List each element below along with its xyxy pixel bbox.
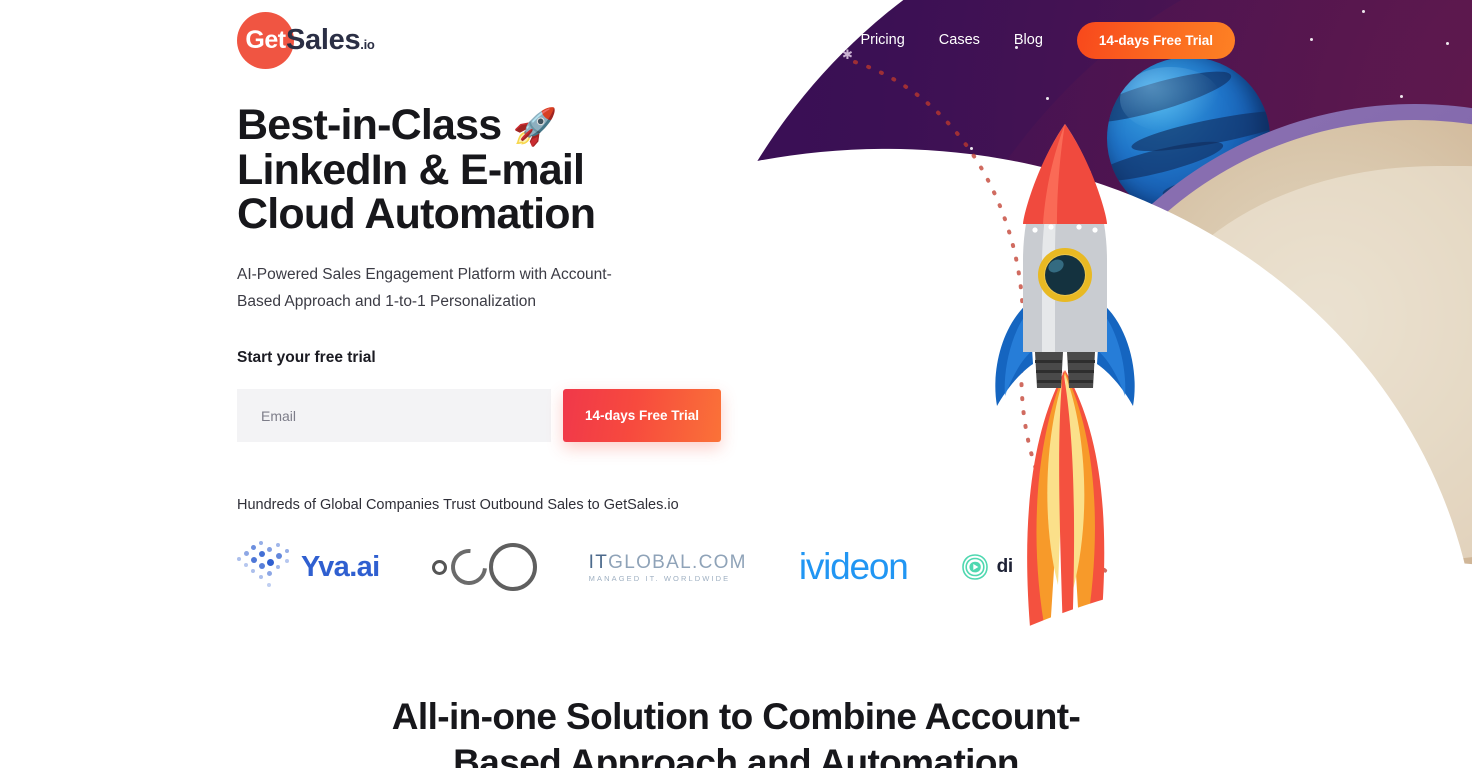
itglobal-wordmark: ITGLOBAL.COM (589, 553, 747, 572)
chevron-down-icon: ⌄ (818, 34, 827, 46)
trial-form-label: Start your free trial (237, 349, 376, 367)
nav-free-trial-button[interactable]: 14-days Free Trial (1076, 21, 1235, 59)
logo-wordmark: Sales.io (286, 24, 375, 57)
nav-item-cases[interactable]: Cases (939, 32, 980, 48)
nav-item-product[interactable]: Product ⌄ (763, 32, 826, 48)
nav-item-blog-label: Blog (1013, 32, 1043, 48)
section-heading-line-2: Based Approach and Automation (453, 742, 1019, 768)
main-nav: Product ⌄ Pricing Cases Blog 14-days Fre… (763, 21, 1235, 59)
di-play-icon (961, 554, 988, 581)
itglobal-tagline: MANAGED IT. WORLDWIDE (588, 573, 731, 583)
logo-tld-text: .io (360, 36, 375, 52)
rocket-body (1023, 124, 1107, 352)
headline-line-2: LinkedIn & E-mail (237, 145, 585, 194)
client-logo-itglobal: ITGLOBAL.COM MANAGED IT. WORLDWIDE (589, 553, 747, 583)
nav-item-cases-label: Cases (938, 32, 980, 48)
ivideon-wordmark: ivideon (798, 546, 909, 588)
top-navigation-bar: Get Sales.io Product ⌄ Pricing Cases Blo… (0, 0, 1472, 80)
logo-mark-text: Get (245, 25, 286, 54)
section-heading-line-1: All-in-one Solution to Combine Account- (391, 696, 1081, 737)
trial-signup-form: 14-days Free Trial (237, 389, 757, 443)
email-input[interactable] (237, 389, 551, 443)
trust-text: Hundreds of Global Companies Trust Outbo… (237, 497, 679, 514)
site-logo[interactable]: Get Sales.io (237, 11, 375, 69)
yva-ai-wordmark: Yva.ai (301, 550, 380, 583)
client-logo-yva-ai: Yva.ai (237, 541, 380, 593)
headline-line-3: Cloud Automation (237, 190, 596, 239)
page-title: Best-in-Class 🚀 LinkedIn & E-mail Cloud … (237, 103, 757, 237)
landing-page: ✱ ✱ ✱ (0, 0, 1472, 768)
yva-dots-icon (237, 541, 295, 593)
itglobal-wordmark-suffix: GLOBAL.COM (608, 551, 747, 573)
nav-item-blog[interactable]: Blog (1014, 32, 1043, 48)
hero-content: Best-in-Class 🚀 LinkedIn & E-mail Cloud … (237, 0, 1013, 593)
section-heading-below: All-in-one Solution to Combine Account- … (0, 694, 1472, 768)
client-logo-di: di (960, 552, 1013, 582)
nav-item-pricing[interactable]: Pricing (860, 32, 904, 48)
nav-item-pricing-label: Pricing (860, 32, 905, 48)
headline-line-1: Best-in-Class (237, 101, 502, 149)
client-logo-oco (431, 542, 537, 593)
logo-word-text: Sales (286, 23, 361, 56)
rocket-emoji-icon: 🚀 (512, 106, 558, 147)
hero-subtitle: AI-Powered Sales Engagement Platform wit… (237, 266, 612, 310)
di-wordmark: di (996, 556, 1013, 578)
nav-item-product-label: Product (763, 32, 814, 48)
client-logo-ivideon: ivideon (798, 546, 909, 588)
client-logos-row: Yva.ai ITGLOBAL.COM MANAGED IT. WORLDWID… (237, 541, 1013, 593)
hero-free-trial-button[interactable]: 14-days Free Trial (563, 389, 721, 443)
itglobal-wordmark-prefix: IT (588, 551, 609, 573)
oco-mark-icon (431, 542, 537, 593)
